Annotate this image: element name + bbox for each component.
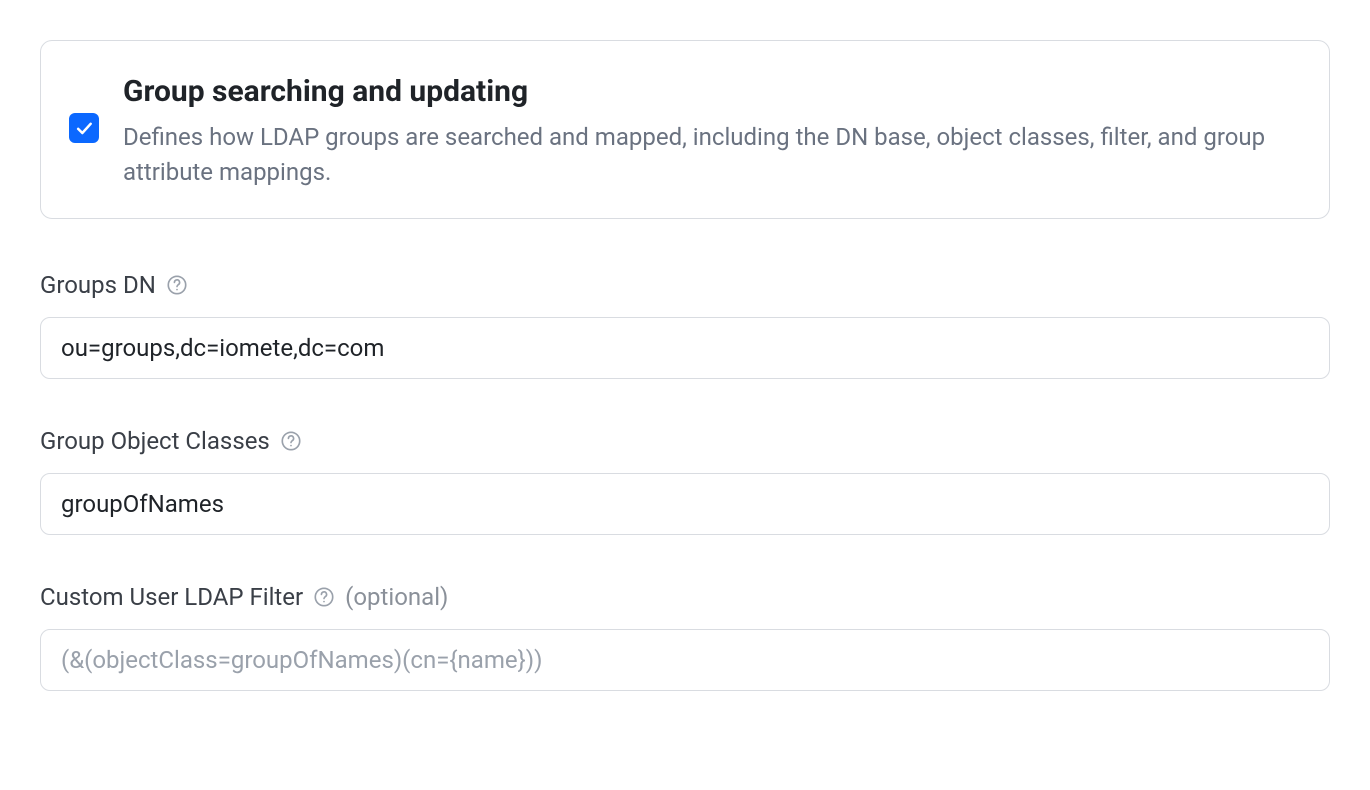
group-searching-card: Group searching and updating Defines how… xyxy=(40,40,1330,219)
custom-filter-input[interactable] xyxy=(40,629,1330,691)
custom-filter-field: Custom User LDAP Filter (optional) xyxy=(40,579,1330,691)
optional-label: (optional) xyxy=(345,579,448,615)
question-circle-icon xyxy=(166,274,188,296)
help-icon[interactable] xyxy=(166,274,188,296)
custom-filter-label: Custom User LDAP Filter xyxy=(40,579,303,615)
card-title: Group searching and updating xyxy=(123,69,1293,114)
groups-dn-label: Groups DN xyxy=(40,267,156,303)
question-circle-icon xyxy=(280,430,302,452)
check-icon xyxy=(74,118,94,138)
custom-filter-label-row: Custom User LDAP Filter (optional) xyxy=(40,579,1330,615)
card-description: Defines how LDAP groups are searched and… xyxy=(123,120,1293,190)
help-icon[interactable] xyxy=(280,430,302,452)
help-icon[interactable] xyxy=(313,586,335,608)
groups-dn-field: Groups DN xyxy=(40,267,1330,379)
group-object-classes-field: Group Object Classes xyxy=(40,423,1330,535)
group-object-classes-input[interactable] xyxy=(40,473,1330,535)
groups-dn-label-row: Groups DN xyxy=(40,267,1330,303)
group-searching-checkbox[interactable] xyxy=(69,113,99,143)
group-object-classes-label-row: Group Object Classes xyxy=(40,423,1330,459)
groups-dn-input[interactable] xyxy=(40,317,1330,379)
group-object-classes-label: Group Object Classes xyxy=(40,423,270,459)
card-content: Group searching and updating Defines how… xyxy=(123,69,1293,190)
question-circle-icon xyxy=(313,586,335,608)
